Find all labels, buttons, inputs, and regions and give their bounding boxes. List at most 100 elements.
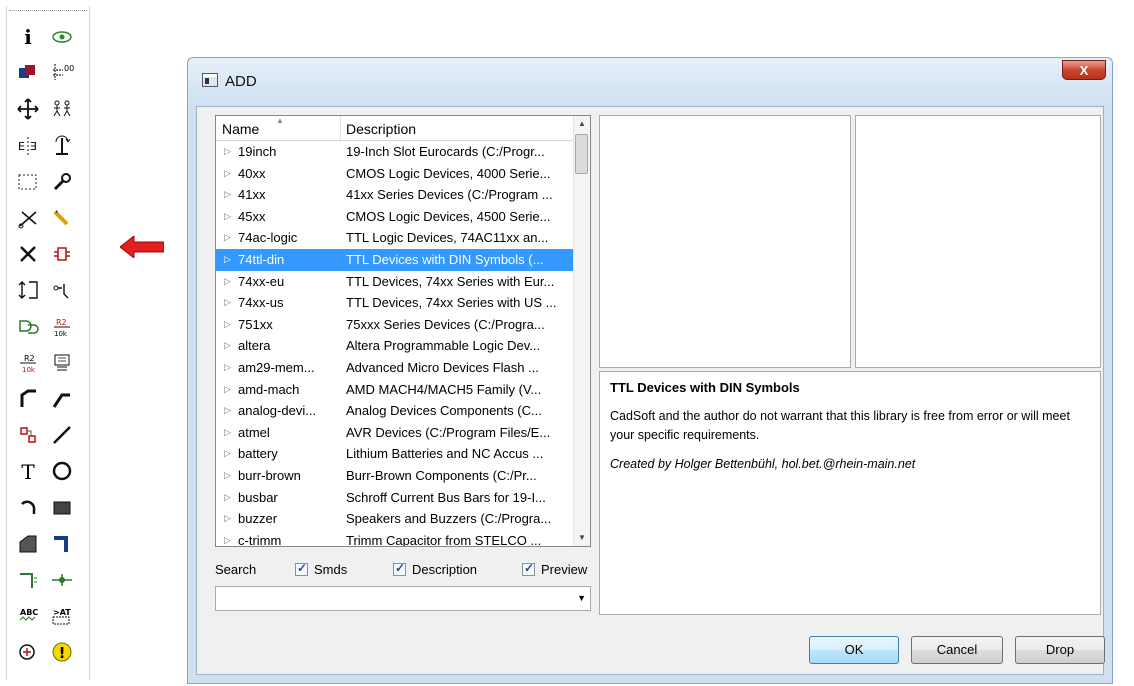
expand-icon[interactable]: ▷ (224, 379, 231, 401)
drop-button[interactable]: Drop (1015, 636, 1105, 664)
library-list[interactable]: Name ▲ Description ▷ 19inch 19-Inch Slot E… (215, 115, 591, 547)
expand-icon[interactable]: ▷ (224, 184, 231, 206)
move-icon[interactable] (15, 96, 41, 122)
list-item[interactable]: ▷ 74ac-logic TTL Logic Devices, 74AC11xx a… (216, 227, 576, 249)
close-button[interactable]: X (1062, 60, 1106, 80)
copy-icon[interactable] (49, 96, 75, 122)
list-item[interactable]: ▷ 74xx-eu TTL Devices, 74xx Series with Eu… (216, 271, 576, 293)
cut-icon[interactable] (15, 205, 41, 231)
wire-icon[interactable] (49, 422, 75, 448)
info-icon[interactable]: i (15, 24, 41, 50)
list-item[interactable]: ▷ 41xx 41xx Series Devices (C:/Program ... (216, 184, 576, 206)
show-icon[interactable] (49, 24, 75, 50)
list-item[interactable]: ▷ burr-brown Burr-Brown Components (C:/Pr.… (216, 465, 576, 487)
scroll-down-icon[interactable]: ▼ (574, 530, 590, 546)
polygon-icon[interactable] (15, 531, 41, 557)
column-name-header[interactable]: Name (222, 121, 259, 137)
list-item[interactable]: ▷ busbar Schroff Current Bus Bars for 19-I… (216, 487, 576, 509)
list-item[interactable]: ▷ amd-mach AMD MACH4/MACH5 Family (V... (216, 379, 576, 401)
library-name: 74ac-logic (238, 230, 298, 246)
group-icon[interactable] (15, 169, 41, 195)
list-item[interactable]: ▷ battery Lithium Batteries and NC Accus .… (216, 443, 576, 465)
list-item[interactable]: ▷ 74ttl-din TTL Devices with DIN Symbols (… (216, 248, 576, 271)
mirror-icon[interactable]: EƎ (15, 133, 41, 159)
attribute-icon[interactable]: >AT (49, 603, 75, 629)
list-item[interactable]: ▷ buzzer Speakers and Buzzers (C:/Progra..… (216, 508, 576, 530)
junction-icon[interactable] (49, 567, 75, 593)
expand-icon[interactable]: ▷ (224, 487, 231, 509)
erc-icon[interactable] (15, 639, 41, 665)
miter-icon[interactable] (15, 386, 41, 412)
expand-icon[interactable]: ▷ (224, 508, 231, 530)
list-item[interactable]: ▷ analog-devi... Analog Devices Components… (216, 400, 576, 422)
smash-icon[interactable] (49, 350, 75, 376)
errors-icon[interactable]: ! (49, 639, 75, 665)
circle-icon[interactable] (49, 458, 75, 484)
list-item[interactable]: ▷ atmel AVR Devices (C:/Program Files/E... (216, 422, 576, 444)
expand-icon[interactable]: ▷ (224, 141, 231, 163)
dialog-titlebar[interactable]: ADD X (188, 58, 1112, 106)
invoke-icon[interactable] (15, 422, 41, 448)
expand-icon[interactable]: ▷ (224, 400, 231, 422)
list-scrollbar[interactable]: ▲ ▼ (573, 116, 590, 546)
value-icon[interactable]: R2 10k (15, 350, 41, 376)
list-item[interactable]: ▷ 40xx CMOS Logic Devices, 4000 Serie... (216, 163, 576, 185)
smds-checkbox[interactable] (295, 561, 308, 576)
list-item[interactable]: ▷ 751xx 75xxx Series Devices (C:/Progra... (216, 314, 576, 336)
replace-icon[interactable] (49, 277, 75, 303)
list-item[interactable]: ▷ c-trimm Trimm Capacitor from STELCO ... (216, 530, 576, 546)
expand-icon[interactable]: ▷ (224, 335, 231, 357)
list-item[interactable]: ▷ 45xx CMOS Logic Devices, 4500 Serie... (216, 206, 576, 228)
preview-label[interactable]: Preview (541, 562, 587, 577)
gateswap-icon[interactable] (15, 314, 41, 340)
toolbar-grip[interactable] (9, 10, 87, 13)
rect-icon[interactable] (49, 495, 75, 521)
cancel-button[interactable]: Cancel (911, 636, 1003, 664)
change-icon[interactable] (49, 169, 75, 195)
arc-icon[interactable] (15, 495, 41, 521)
list-item[interactable]: ▷ am29-mem... Advanced Micro Devices Flash… (216, 357, 576, 379)
column-description-header[interactable]: Description (346, 121, 416, 137)
mark-icon[interactable]: 00 (49, 60, 75, 86)
split-icon[interactable] (49, 386, 75, 412)
info-body: CadSoft and the author do not warrant th… (610, 409, 1070, 442)
expand-icon[interactable]: ▷ (224, 465, 231, 487)
ok-button[interactable]: OK (809, 636, 899, 664)
label-icon[interactable]: ABC (15, 603, 41, 629)
display-icon[interactable] (15, 60, 41, 86)
scroll-up-icon[interactable]: ▲ (574, 116, 590, 132)
column-separator[interactable] (340, 116, 341, 140)
expand-icon[interactable]: ▷ (224, 271, 231, 293)
list-item[interactable]: ▷ 74xx-us TTL Devices, 74xx Series with US… (216, 292, 576, 314)
dropdown-arrow-icon[interactable]: ▼ (577, 593, 586, 603)
paste-icon[interactable] (49, 205, 75, 231)
pinswap-icon[interactable] (15, 277, 41, 303)
library-description: TTL Devices, 74xx Series with Eur... (346, 273, 555, 289)
expand-icon[interactable]: ▷ (224, 206, 231, 228)
expand-icon[interactable]: ▷ (224, 292, 231, 314)
expand-icon[interactable]: ▷ (224, 314, 231, 336)
bus-icon[interactable] (49, 531, 75, 557)
expand-icon[interactable]: ▷ (224, 443, 231, 465)
expand-icon[interactable]: ▷ (224, 422, 231, 444)
expand-icon[interactable]: ▷ (224, 357, 231, 379)
scroll-thumb[interactable] (575, 134, 588, 174)
name-icon[interactable]: R2 10k (49, 314, 75, 340)
description-label[interactable]: Description (412, 562, 477, 577)
list-item[interactable]: ▷ 19inch 19-Inch Slot Eurocards (C:/Progr.… (216, 141, 576, 163)
description-checkbox[interactable] (393, 561, 406, 576)
list-item[interactable]: ▷ altera Altera Programmable Logic Dev... (216, 335, 576, 357)
net-icon[interactable] (15, 567, 41, 593)
expand-icon[interactable]: ▷ (224, 249, 231, 271)
delete-icon[interactable] (15, 241, 41, 267)
add-icon[interactable] (49, 241, 75, 267)
text-icon[interactable]: T (15, 458, 41, 484)
preview-checkbox[interactable] (522, 561, 535, 576)
expand-icon[interactable]: ▷ (224, 530, 231, 546)
rotate-icon[interactable] (49, 133, 75, 159)
search-combobox[interactable]: ▼ (215, 586, 591, 611)
expand-icon[interactable]: ▷ (224, 227, 231, 249)
expand-icon[interactable]: ▷ (224, 163, 231, 185)
library-name: 45xx (238, 208, 266, 224)
smds-label[interactable]: Smds (314, 562, 347, 577)
